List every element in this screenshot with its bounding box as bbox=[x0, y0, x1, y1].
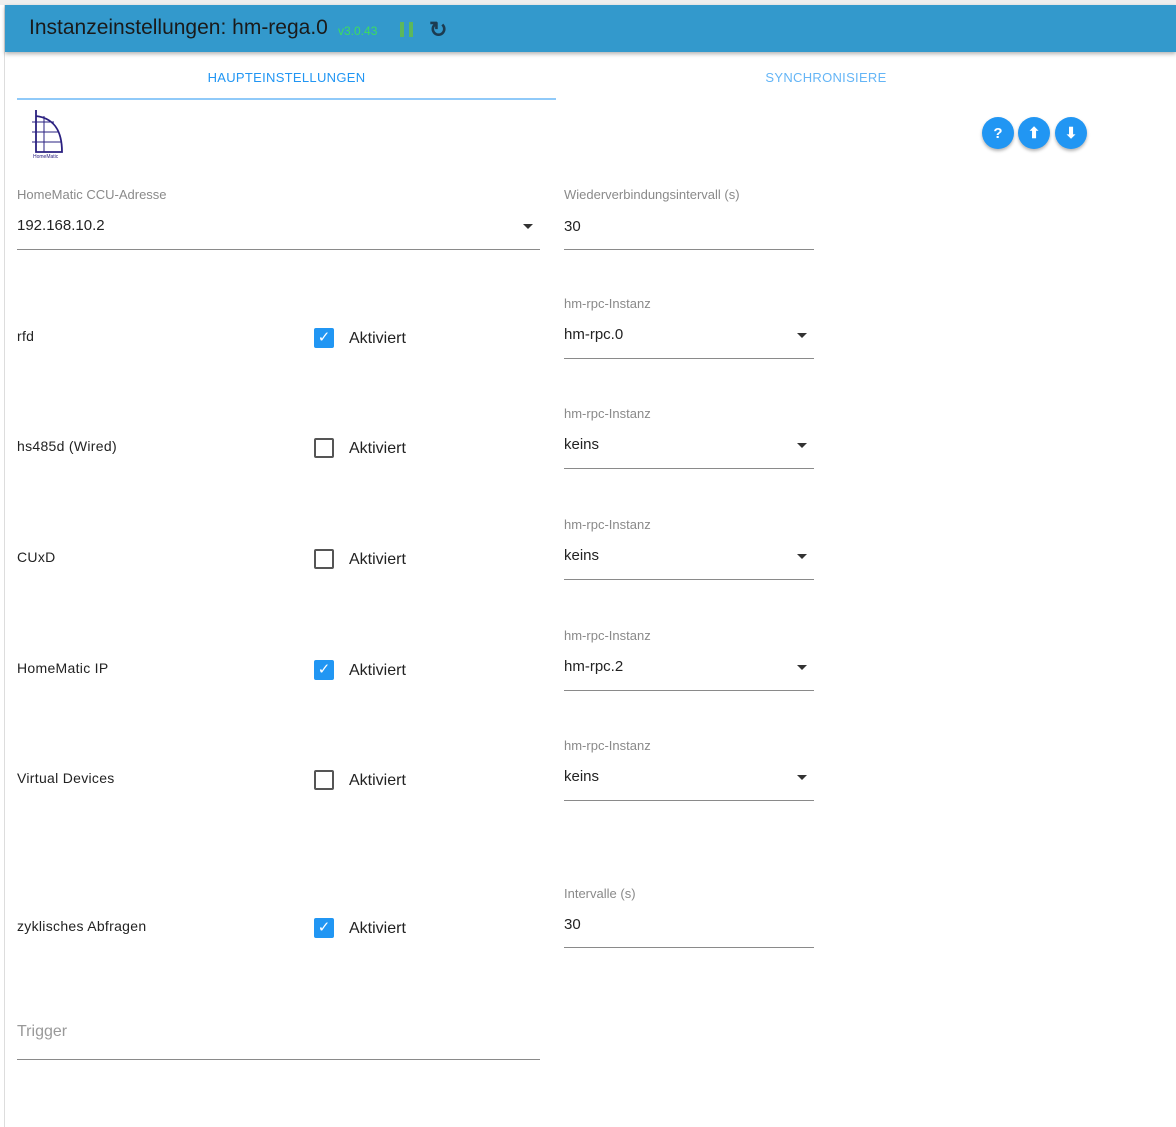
rpc-instance-label: hm-rpc-Instanz bbox=[564, 628, 651, 643]
left-border bbox=[4, 5, 5, 1127]
checkbox-label: Aktiviert bbox=[349, 772, 406, 789]
underline bbox=[17, 1059, 540, 1060]
help-icon: ? bbox=[993, 124, 1003, 142]
rpc-instance-value: keins bbox=[564, 768, 600, 785]
interval-input[interactable]: 30 bbox=[564, 916, 581, 933]
underline bbox=[17, 249, 540, 250]
rpc-instance-value: keins bbox=[564, 547, 600, 564]
interval-label: Intervalle (s) bbox=[564, 886, 636, 901]
interface-label: hs485d (Wired) bbox=[17, 438, 117, 454]
interface-checkbox[interactable]: ✓ bbox=[314, 660, 334, 680]
ccu-address-value: 192.168.10.2 bbox=[17, 217, 105, 234]
interface-checkbox[interactable] bbox=[314, 438, 334, 458]
underline bbox=[564, 358, 814, 359]
interface-label: HomeMatic IP bbox=[17, 660, 109, 676]
tab-main-settings[interactable]: HAUPTEINSTELLUNGEN bbox=[17, 70, 556, 85]
rpc-instance-label: hm-rpc-Instanz bbox=[564, 738, 651, 753]
reconnect-interval-label: Wiederverbindungsintervall (s) bbox=[564, 187, 740, 202]
reconnect-interval-value: 30 bbox=[564, 218, 581, 235]
header-bar: Instanzeinstellungen: hm-rega.0 v3.0.43 … bbox=[5, 5, 1176, 52]
tab-indicator bbox=[17, 98, 556, 100]
rpc-instance-value: hm-rpc.0 bbox=[564, 326, 624, 343]
chevron-down-icon bbox=[797, 554, 807, 559]
chevron-down-icon bbox=[797, 333, 807, 338]
interface-label: rfd bbox=[17, 328, 35, 344]
download-icon: ⬇ bbox=[1064, 125, 1078, 142]
rpc-instance-label: hm-rpc-Instanz bbox=[564, 406, 651, 421]
rpc-instance-label: hm-rpc-Instanz bbox=[564, 517, 651, 532]
checkbox-label: Aktiviert bbox=[349, 920, 406, 937]
rpc-instance-label: hm-rpc-Instanz bbox=[564, 296, 651, 311]
refresh-icon[interactable]: ↻ bbox=[429, 17, 447, 43]
interface-checkbox[interactable] bbox=[314, 549, 334, 569]
page-title: Instanzeinstellungen: hm-rega.0 bbox=[29, 16, 328, 39]
tab-synchronize[interactable]: SYNCHRONISIERE bbox=[556, 70, 1096, 85]
underline bbox=[564, 468, 814, 469]
download-button[interactable]: ⬇ bbox=[1055, 117, 1087, 149]
underline bbox=[564, 947, 814, 948]
interface-checkbox[interactable]: ✓ bbox=[314, 328, 334, 348]
version-badge: v3.0.43 bbox=[338, 24, 378, 38]
interface-checkbox[interactable] bbox=[314, 770, 334, 790]
ccu-address-label: HomeMatic CCU-Adresse bbox=[17, 187, 167, 202]
trigger-placeholder: Trigger bbox=[17, 1023, 68, 1040]
interface-label: Virtual Devices bbox=[17, 770, 115, 786]
rpc-instance-value: keins bbox=[564, 436, 600, 453]
underline bbox=[564, 690, 814, 691]
upload-button[interactable]: ⬆ bbox=[1018, 117, 1050, 149]
checkbox-label: Aktiviert bbox=[349, 330, 406, 347]
checkbox-label: Aktiviert bbox=[349, 551, 406, 568]
chevron-down-icon bbox=[797, 443, 807, 448]
polling-label: zyklisches Abfragen bbox=[17, 918, 147, 934]
underline bbox=[564, 800, 814, 801]
underline bbox=[564, 249, 814, 250]
upload-icon: ⬆ bbox=[1027, 125, 1041, 142]
homematic-logo: HomeMatic bbox=[32, 110, 63, 160]
svg-text:HomeMatic: HomeMatic bbox=[33, 154, 59, 160]
help-button[interactable]: ? bbox=[982, 117, 1014, 149]
checkbox-label: Aktiviert bbox=[349, 662, 406, 679]
pause-icon[interactable] bbox=[400, 22, 414, 37]
underline bbox=[564, 579, 814, 580]
polling-checkbox[interactable]: ✓ bbox=[314, 918, 334, 938]
chevron-down-icon bbox=[797, 775, 807, 780]
chevron-down-icon bbox=[523, 224, 533, 229]
chevron-down-icon bbox=[797, 665, 807, 670]
rpc-instance-value: hm-rpc.2 bbox=[564, 658, 624, 675]
checkbox-label: Aktiviert bbox=[349, 440, 406, 457]
interface-label: CUxD bbox=[17, 549, 56, 565]
